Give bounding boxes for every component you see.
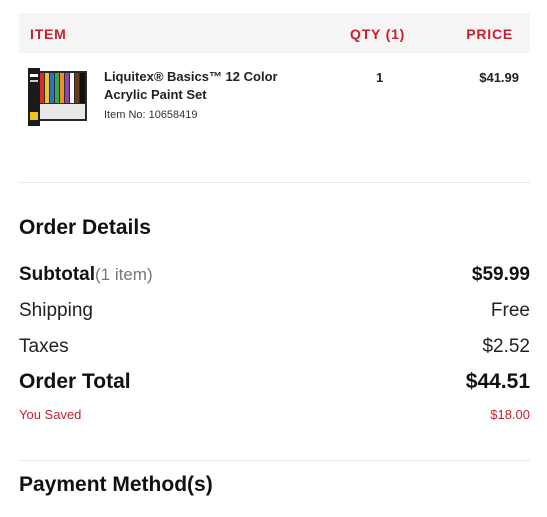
you-saved-value: $18.00 (490, 407, 530, 422)
order-total-value: $44.51 (465, 370, 530, 393)
product-item-number: Item No: 10658419 (104, 109, 198, 121)
item-column-header: ITEM (30, 26, 67, 42)
product-thumbnail[interactable] (28, 68, 91, 126)
section-divider (19, 182, 530, 183)
product-name-link[interactable]: Liquitex® Basics™ 12 Color Acrylic Paint… (104, 68, 304, 104)
product-price: $41.99 (479, 70, 519, 85)
shipping-label: Shipping (19, 300, 93, 321)
payment-methods-title: Payment Method(s) (19, 473, 213, 496)
cart-table-header: ITEM QTY (1) PRICE (19, 13, 530, 53)
subtotal-item-count: (1 item) (95, 265, 153, 284)
section-divider (19, 460, 530, 461)
item-number-label: Item No: (104, 109, 146, 121)
subtotal-label-text: Subtotal (19, 264, 95, 285)
order-total-label: Order Total (19, 370, 131, 393)
subtotal-value: $59.99 (471, 264, 530, 285)
order-details-title: Order Details (19, 216, 151, 239)
qty-column-header: QTY (1) (350, 26, 406, 42)
price-column-header: PRICE (466, 26, 513, 42)
taxes-label: Taxes (19, 336, 69, 357)
taxes-value: $2.52 (482, 336, 530, 357)
you-saved-label: You Saved (19, 407, 82, 422)
item-number-value: 10658419 (148, 109, 198, 121)
product-quantity: 1 (376, 70, 384, 85)
subtotal-label: Subtotal(1 item) (19, 264, 153, 286)
shipping-value: Free (490, 300, 530, 321)
